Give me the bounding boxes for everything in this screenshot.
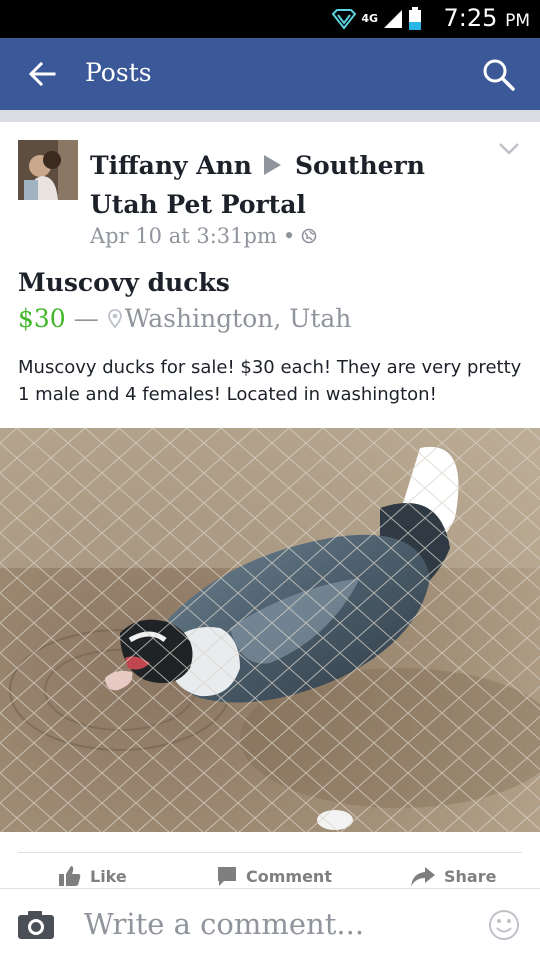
comment-bubble-icon (218, 867, 236, 886)
listing-location[interactable]: Washington, Utah (107, 304, 352, 333)
wifi-diamond-icon (331, 9, 357, 30)
back-arrow-icon[interactable] (26, 58, 58, 90)
thumbs-up-icon (59, 866, 81, 886)
battery-icon (409, 7, 421, 30)
meta-separator: • (282, 224, 296, 248)
location-text: Washington, Utah (124, 304, 352, 333)
post-timestamp[interactable]: Apr 10 at 3:31pm (90, 224, 277, 248)
post-photo[interactable] (0, 428, 540, 832)
author-name[interactable]: Tiffany Ann (90, 151, 252, 180)
listing-title: Muscovy ducks (18, 268, 230, 297)
network-type-label: 4G (361, 12, 378, 25)
chevron-down-icon[interactable] (498, 142, 520, 156)
comment-input[interactable]: Write a comment... (84, 907, 364, 941)
status-bar: 4G 7:25 PM (0, 0, 540, 38)
like-button[interactable]: Like (58, 865, 127, 887)
listing-price: $30 (18, 304, 66, 333)
post-header: Tiffany Ann Southern Utah Pet Portal (90, 146, 470, 224)
clock: 7:25 PM (444, 4, 530, 32)
app-bar: Posts (0, 38, 540, 110)
post-card: Tiffany Ann Southern Utah Pet Portal Apr … (0, 122, 540, 888)
search-icon[interactable] (482, 58, 516, 92)
location-pin-icon (107, 308, 122, 328)
clock-time: 7:25 (443, 4, 498, 32)
share-button[interactable]: Share (410, 865, 496, 887)
play-arrow-icon (263, 155, 281, 175)
share-label: Share (444, 866, 497, 886)
comment-composer: Write a comment... (0, 888, 540, 960)
comment-button[interactable]: Comment (216, 865, 332, 887)
clock-ampm: PM (505, 11, 530, 31)
post-meta: Apr 10 at 3:31pm • (90, 224, 317, 248)
page-title: Posts (85, 58, 152, 87)
signal-icon (384, 10, 402, 28)
price-dash: — (73, 304, 99, 333)
camera-icon[interactable] (16, 909, 56, 941)
comment-label: Comment (246, 866, 332, 886)
avatar[interactable] (18, 140, 78, 200)
post-actions: Like Comment Share (18, 852, 522, 888)
share-arrow-icon (411, 867, 435, 886)
status-icons: 4G (331, 6, 422, 32)
post-description: Muscovy ducks for sale! $30 each! They a… (18, 357, 522, 405)
feed-divider (0, 110, 540, 122)
emoji-smiley-icon[interactable] (488, 909, 520, 941)
globe-icon (301, 228, 317, 244)
like-label: Like (90, 866, 127, 886)
listing-price-row: $30 — Washington, Utah (18, 304, 351, 333)
